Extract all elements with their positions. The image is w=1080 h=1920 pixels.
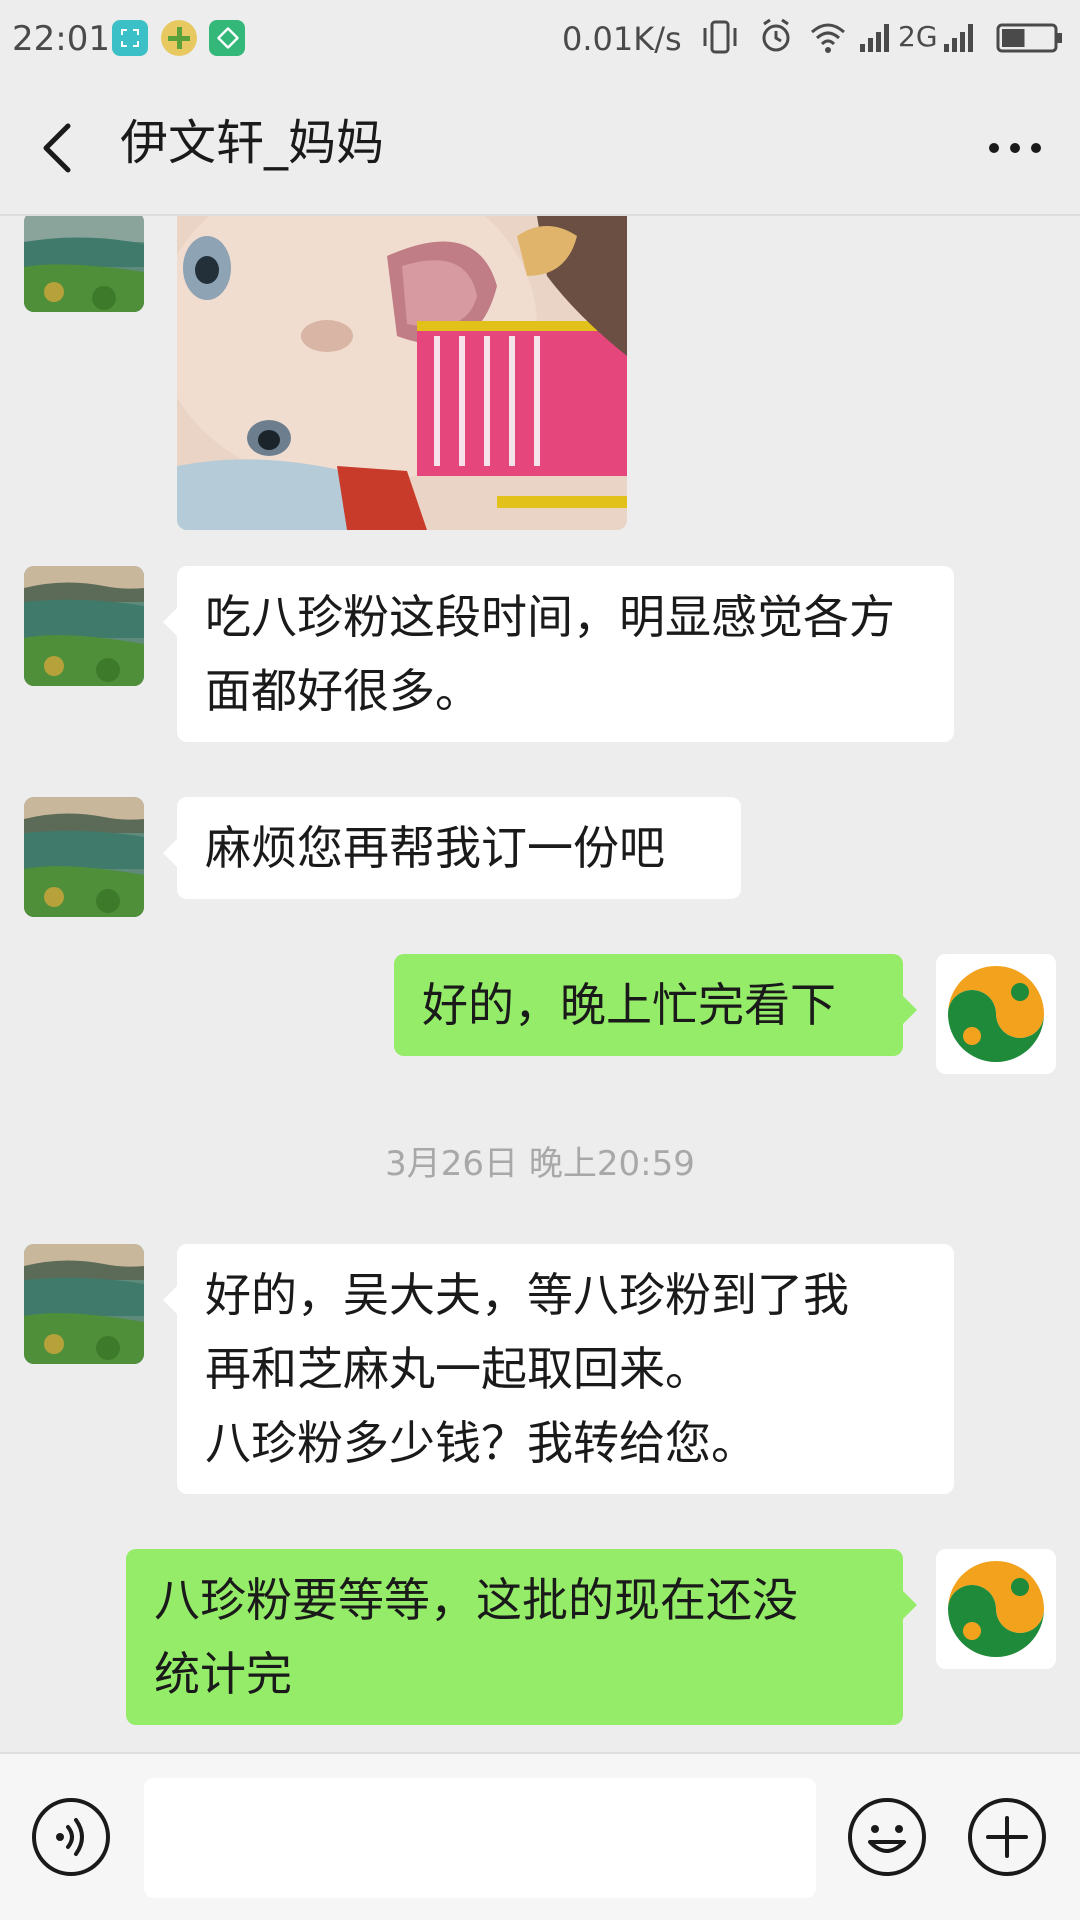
message-bubble[interactable]: 八珍粉要等等，这批的现在还没 统计完 (126, 1549, 917, 1725)
more-button[interactable] (980, 118, 1050, 178)
self-avatar[interactable] (936, 954, 1056, 1074)
message-input[interactable] (144, 1778, 816, 1898)
voice-icon (32, 1798, 110, 1876)
plus-button[interactable] (966, 1796, 1048, 1878)
chat-title: 伊文轩_妈妈 (120, 115, 385, 171)
input-bar (0, 1752, 1080, 1920)
status-bar: 22:01 0.01K/s 2G (0, 0, 1080, 78)
status-icons: 2G (700, 16, 1070, 60)
contact-avatar[interactable] (24, 216, 144, 312)
message-bubble[interactable]: 好的，晚上忙完看下 (394, 954, 917, 1056)
self-avatar[interactable] (936, 1549, 1056, 1669)
photo-message[interactable] (177, 216, 627, 530)
screenshot-app-icon (112, 20, 148, 56)
emoji-icon (848, 1798, 926, 1876)
plus-icon (968, 1798, 1046, 1876)
contact-avatar[interactable] (24, 797, 144, 917)
network-type: 2G (898, 20, 938, 53)
contact-avatar[interactable] (24, 566, 144, 686)
alarm-icon (762, 18, 790, 52)
signal-icon (860, 24, 889, 52)
emoji-button[interactable] (846, 1796, 928, 1878)
chevron-left-icon (43, 123, 71, 173)
network-speed: 0.01K/s (562, 20, 682, 58)
voice-button[interactable] (30, 1796, 112, 1878)
message-list[interactable]: 吃八珍粉这段时间，明显感觉各方面都好很多。 麻烦您再帮我订一份吧 好的，晚上忙完… (0, 216, 1080, 1752)
message-bubble[interactable]: 麻烦您再帮我订一份吧 (163, 797, 741, 899)
message-bubble[interactable]: 吃八珍粉这段时间，明显感觉各方面都好很多。 (163, 566, 954, 742)
vibrate-icon (703, 20, 737, 54)
signal-icon (944, 24, 973, 52)
status-time: 22:01 (12, 19, 110, 59)
more-dots-icon (989, 143, 1041, 153)
message-bubble[interactable]: 好的，吴大夫，等八珍粉到了我 再和芝麻丸一起取回来。 八珍粉多少钱？我转给您。 (163, 1244, 954, 1494)
back-button[interactable] (30, 112, 90, 182)
wifi-icon (811, 23, 845, 53)
baby-photo (177, 216, 627, 530)
diamond-app-icon (209, 20, 245, 56)
plus-app-icon (161, 20, 197, 56)
timestamp: 3月26日 晚上20:59 (385, 1144, 695, 1184)
chat-header: 伊文轩_妈妈 (0, 78, 1080, 216)
battery-icon (996, 23, 1062, 53)
contact-avatar[interactable] (24, 1244, 144, 1364)
